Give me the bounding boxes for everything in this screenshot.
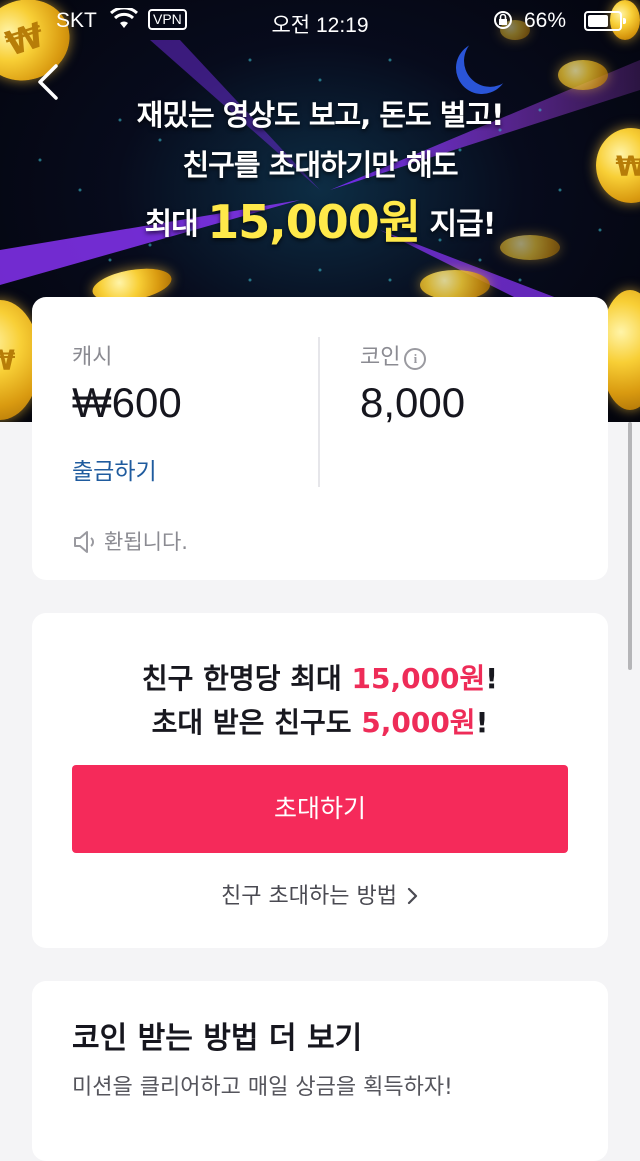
invite-card: 친구 한명당 최대 15,000원! 초대 받은 친구도 5,000원! 초대하… xyxy=(32,613,608,948)
more-coins-card[interactable]: 코인 받는 방법 더 보기 미션을 클리어하고 매일 상금을 획득하자! xyxy=(32,981,608,1161)
coin-icon xyxy=(420,270,490,300)
coin-value: 8,000 xyxy=(360,379,466,426)
withdraw-link[interactable]: 출금하기 xyxy=(72,452,157,486)
battery-icon xyxy=(584,11,626,31)
notice-ticker: 환됩니다. xyxy=(72,526,188,556)
coin-label-row: 코인 i xyxy=(360,339,427,371)
balance-card: 캐시 ₩600 출금하기 코인 i 8,000 환됩니다. xyxy=(32,297,608,580)
invite-reward-line-1: 친구 한명당 최대 15,000원! xyxy=(141,662,499,695)
coin-icon xyxy=(558,60,608,90)
invite-reward-line-2: 초대 받은 친구도 5,000원! xyxy=(151,706,489,739)
howto-label: 친구 초대하는 방법 xyxy=(221,884,397,909)
cash-label: 캐시 xyxy=(72,345,113,370)
battery-percent: 66% xyxy=(524,9,567,32)
banner-headline-2: 친구를 초대하기만 해도 xyxy=(182,148,459,182)
coin-label: 코인 xyxy=(360,345,401,370)
chevron-right-icon xyxy=(407,887,418,905)
balance-divider xyxy=(318,337,320,487)
banner-headline-3: 최대 15,000원 지급! xyxy=(144,195,497,249)
notice-text: 환됩니다. xyxy=(104,530,188,554)
invite-button[interactable]: 초대하기 xyxy=(72,765,568,853)
scrollbar[interactable] xyxy=(628,422,632,670)
rotation-lock-icon xyxy=(494,11,512,29)
more-coins-title: 코인 받는 방법 더 보기 xyxy=(72,1021,363,1056)
banner-headline-1: 재밌는 영상도 보고, 돈도 벌고! xyxy=(136,98,505,132)
speaker-icon xyxy=(74,531,94,553)
cash-value: ₩600 xyxy=(72,379,182,426)
back-chevron-icon[interactable] xyxy=(30,62,70,102)
banner-amount: 15,000원 xyxy=(207,195,421,249)
status-bar: SKT VPN 오전 12:19 66% xyxy=(0,0,640,40)
more-coins-subtitle: 미션을 클리어하고 매일 상금을 획득하자! xyxy=(72,1075,453,1100)
howto-link[interactable]: 친구 초대하는 방법 xyxy=(32,878,608,910)
info-icon[interactable]: i xyxy=(404,348,427,370)
